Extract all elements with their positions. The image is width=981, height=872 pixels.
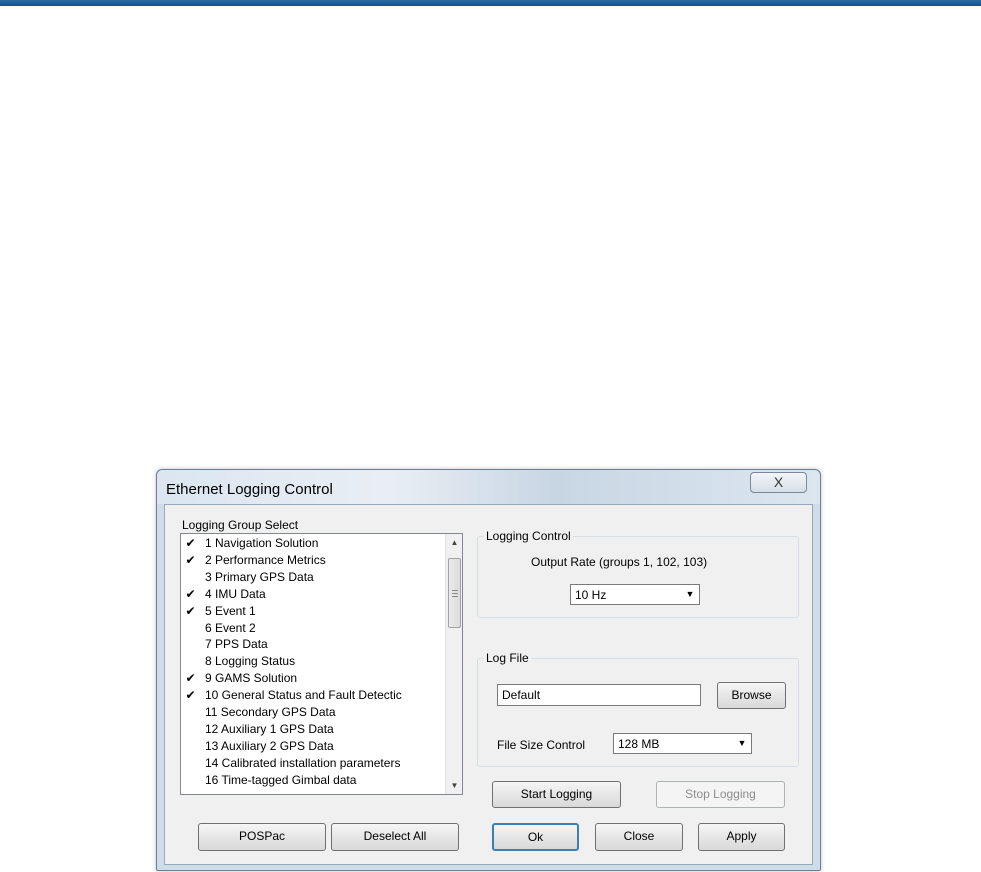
list-item-label: 10 General Status and Fault Detectic [205, 688, 402, 703]
chevron-down-icon[interactable]: ▼ [681, 585, 699, 604]
list-item-label: 6 Event 2 [205, 620, 256, 635]
file-size-select[interactable]: 128 MB ▼ [613, 733, 752, 754]
scroll-thumb[interactable] [448, 558, 461, 628]
list-item[interactable]: 6 Event 2 [181, 620, 445, 637]
list-item[interactable]: ✔ 2 Performance Metrics [181, 552, 445, 569]
list-item[interactable]: 14 Calibrated installation parameters [181, 755, 445, 772]
list-item-label: 5 Event 1 [205, 603, 256, 618]
list-item-label: 13 Auxiliary 2 GPS Data [205, 738, 334, 753]
log-file-title: Log File [484, 651, 531, 665]
dialog-title: Ethernet Logging Control [166, 481, 333, 498]
list-item[interactable]: ✔ 10 General Status and Fault Detectic [181, 687, 445, 704]
list-scrollbar[interactable]: ▲ ▼ [445, 534, 462, 794]
list-item[interactable]: 3 Primary GPS Data [181, 569, 445, 586]
list-item[interactable]: 11 Secondary GPS Data [181, 704, 445, 721]
list-item[interactable]: ✔ 1 Navigation Solution [181, 535, 445, 552]
checked-checkbox[interactable]: ✔ [184, 672, 197, 686]
dialog-client-area: Logging Group Select ✔ 1 Navigation Solut… [164, 504, 813, 865]
list-item-label: 8 Logging Status [205, 654, 296, 669]
stop-logging-button[interactable]: Stop Logging [656, 781, 785, 808]
pospac-button[interactable]: POSPac [198, 823, 326, 851]
unchecked-checkbox[interactable] [184, 655, 197, 669]
log-file-group: Log File Browse File Size Control 128 MB… [477, 651, 799, 767]
start-logging-button[interactable]: Start Logging [492, 781, 621, 808]
file-size-label: File Size Control [497, 738, 586, 752]
group-select-label: Logging Group Select [182, 518, 299, 532]
grip-icon [452, 590, 458, 597]
list-item[interactable]: ✔ 5 Event 1 [181, 603, 445, 620]
list-item-label: 9 GAMS Solution [205, 671, 298, 686]
unchecked-checkbox[interactable] [184, 722, 197, 736]
unchecked-checkbox[interactable] [184, 621, 197, 635]
log-filename-input[interactable] [497, 684, 701, 706]
output-rate-value: 10 Hz [575, 588, 607, 602]
output-rate-select[interactable]: 10 Hz ▼ [570, 584, 700, 605]
close-button[interactable]: Close [595, 823, 683, 851]
file-size-value: 128 MB [618, 737, 660, 751]
apply-button[interactable]: Apply [698, 823, 785, 851]
browse-button[interactable]: Browse [717, 682, 786, 709]
unchecked-checkbox[interactable] [184, 756, 197, 770]
list-item[interactable]: 8 Logging Status [181, 653, 445, 670]
deselect-all-button[interactable]: Deselect All [331, 823, 459, 851]
close-window-button[interactable]: X [750, 472, 807, 493]
unchecked-checkbox[interactable] [184, 706, 197, 719]
log-filename-field[interactable] [498, 685, 700, 705]
logging-group-list[interactable]: ✔ 1 Navigation Solution ✔ 2 Performance Met… [180, 533, 463, 795]
list-item-label: 4 IMU Data [205, 586, 266, 601]
list-item-label: 2 Performance Metrics [205, 552, 326, 567]
ethernet-logging-dialog: Ethernet Logging Control X Logging Group… [156, 469, 821, 871]
list-item-label: 1 Navigation Solution [205, 536, 319, 550]
unchecked-checkbox[interactable] [184, 638, 197, 652]
list-item[interactable]: ✔ 9 GAMS Solution [181, 670, 445, 687]
checked-checkbox[interactable]: ✔ [184, 537, 197, 550]
unchecked-checkbox[interactable] [184, 570, 197, 584]
unchecked-checkbox[interactable] [184, 739, 197, 753]
dialog-titlebar[interactable]: Ethernet Logging Control X [157, 470, 820, 504]
scroll-up-icon[interactable]: ▲ [446, 534, 462, 551]
list-item[interactable]: 16 Time-tagged Gimbal data [181, 772, 445, 789]
list-item[interactable]: ✔ 4 IMU Data [181, 586, 445, 603]
unchecked-checkbox[interactable] [184, 773, 197, 787]
checked-checkbox[interactable]: ✔ [184, 587, 197, 601]
list-item-label: 3 Primary GPS Data [205, 569, 314, 584]
list-item[interactable]: 7 PPS Data [181, 636, 445, 653]
logging-control-group: Logging Control Output Rate (groups 1, 1… [477, 529, 799, 618]
list-item-label: 7 PPS Data [205, 637, 268, 652]
top-blue-bar [0, 0, 981, 6]
ok-button[interactable]: Ok [492, 823, 579, 851]
output-rate-label: Output Rate (groups 1, 102, 103) [531, 555, 708, 569]
list-item-label: 14 Calibrated installation parameters [205, 755, 401, 770]
checked-checkbox[interactable]: ✔ [184, 604, 197, 618]
list-item-label: 16 Time-tagged Gimbal data [205, 772, 357, 787]
list-item-label: 11 Secondary GPS Data [205, 705, 336, 719]
checked-checkbox[interactable]: ✔ [184, 689, 197, 703]
list-item[interactable]: 12 Auxiliary 1 GPS Data [181, 721, 445, 738]
chevron-down-icon[interactable]: ▼ [733, 734, 751, 753]
scroll-down-icon[interactable]: ▼ [446, 777, 462, 794]
list-item-label: 12 Auxiliary 1 GPS Data [205, 721, 334, 736]
close-icon: X [773, 474, 784, 490]
logging-control-title: Logging Control [484, 529, 573, 543]
checked-checkbox[interactable]: ✔ [184, 553, 197, 567]
list-item[interactable]: 13 Auxiliary 2 GPS Data [181, 738, 445, 755]
